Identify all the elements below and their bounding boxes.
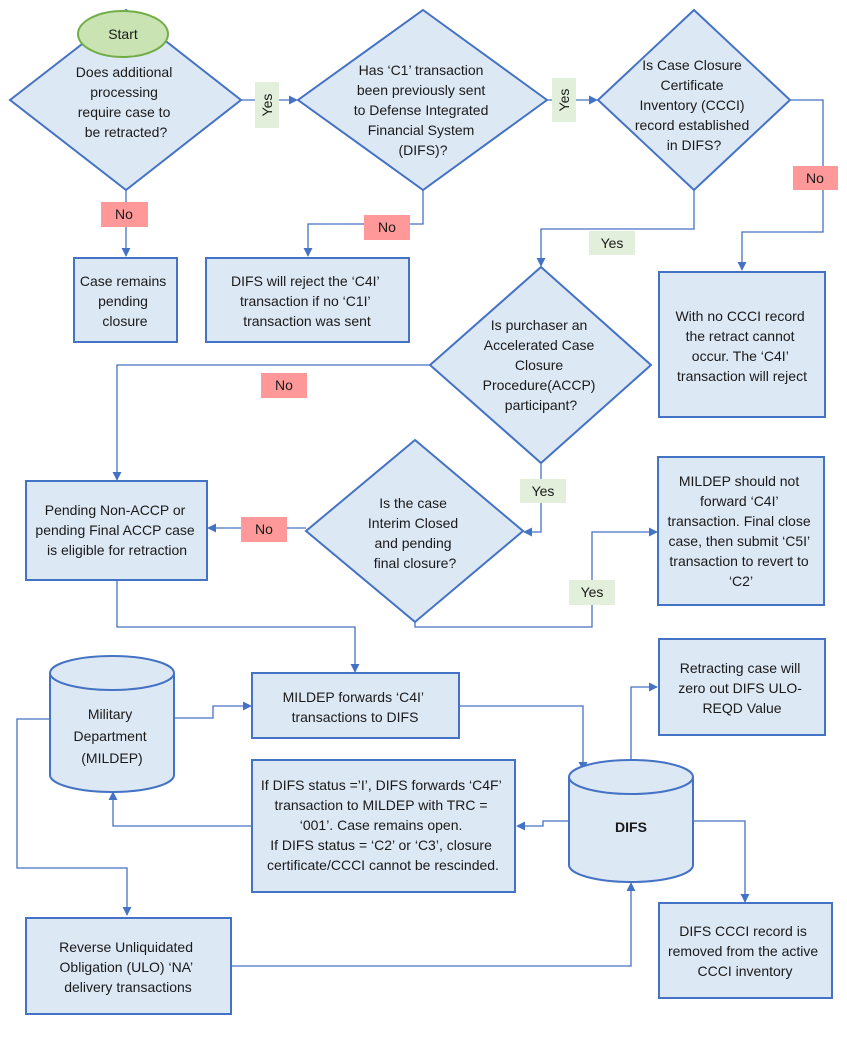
label-no-retract: No <box>101 202 148 227</box>
process-difs-reject: DIFS will reject the ‘C4I’ transaction i… <box>205 257 410 343</box>
label-no-c1: No <box>364 215 410 240</box>
process-reverse-ulo: Reverse Unliquidated Obligation (ULO) ‘N… <box>25 917 232 1015</box>
label-yes-accp-text: Yes <box>532 483 555 499</box>
label-yes-c1-text: Yes <box>556 89 572 112</box>
database-mildep: Military Department (MILDEP) <box>49 655 175 793</box>
process-reverse-ulo-text: Reverse Unliquidated Obligation (ULO) ‘N… <box>59 939 197 995</box>
process-mildep-forwards: MILDEP forwards ‘C4I’ transactions to DI… <box>251 672 460 739</box>
process-eligible-text: Pending Non-ACCP or pending Final ACCP c… <box>35 502 198 558</box>
edge-reverse-to-difs <box>232 882 636 967</box>
label-yes-ccci: Yes <box>589 231 635 255</box>
label-no-ccci-text: No <box>806 170 824 186</box>
database-difs: DIFS <box>568 759 694 883</box>
label-no-interim: No <box>241 517 287 542</box>
decision-interim: Is the case Interim Closed and pending f… <box>304 438 525 624</box>
label-no-ccci: No <box>793 166 838 190</box>
start-label: Start <box>108 26 138 42</box>
label-no-interim-text: No <box>255 521 273 537</box>
flowchart-canvas: Does additional processing require case … <box>8 8 838 1015</box>
edge-eligible-to-forward <box>116 580 360 673</box>
process-remains-pending: Case remains pending closure <box>73 257 178 343</box>
process-difs-reject-text: DIFS will reject the ‘C4I’ transaction i… <box>231 273 383 329</box>
label-yes-retract-text: Yes <box>259 94 275 117</box>
label-no-accp-text: No <box>275 377 293 393</box>
label-no-retract-text: No <box>115 206 133 222</box>
process-no-ccci: With no CCCI record the retract cannot o… <box>658 271 826 418</box>
label-yes-interim-text: Yes <box>581 584 604 600</box>
process-eligible: Pending Non-ACCP or pending Final ACCP c… <box>25 480 208 581</box>
label-yes-ccci-text: Yes <box>601 235 624 251</box>
start-terminal: Start <box>77 10 169 58</box>
edge-mildep-to-forward <box>175 701 252 719</box>
edge-difs-to-removed <box>693 820 750 903</box>
decision-c1-sent: Has ‘C1’ transaction been previously sen… <box>296 8 549 192</box>
label-yes-c1: Yes <box>552 78 576 122</box>
database-difs-text: DIFS <box>615 819 647 835</box>
label-yes-interim: Yes <box>569 580 615 605</box>
process-mildep-should-not: MILDEP should not forward ‘C4I’ transact… <box>657 456 825 606</box>
process-retracting-zero: Retracting case will zero out DIFS ULO- … <box>658 638 826 736</box>
process-difs-status: If DIFS status =’I’, DIFS forwards ‘C4F’… <box>251 759 516 893</box>
decision-accp: Is purchaser an Accelerated Case Closure… <box>428 265 653 465</box>
edge-difs-to-retracting <box>630 682 658 760</box>
label-no-c1-text: No <box>378 219 396 235</box>
edge-status-to-mildep <box>108 791 251 827</box>
label-yes-retract: Yes <box>255 82 279 128</box>
decision-ccci: Is Case Closure Certificate Inventory (C… <box>596 8 792 192</box>
label-no-accp: No <box>261 373 307 398</box>
label-yes-accp: Yes <box>520 479 566 503</box>
edge-difs-to-status <box>516 820 569 831</box>
process-ccci-removed: DIFS CCCI record is removed from the act… <box>658 902 833 999</box>
